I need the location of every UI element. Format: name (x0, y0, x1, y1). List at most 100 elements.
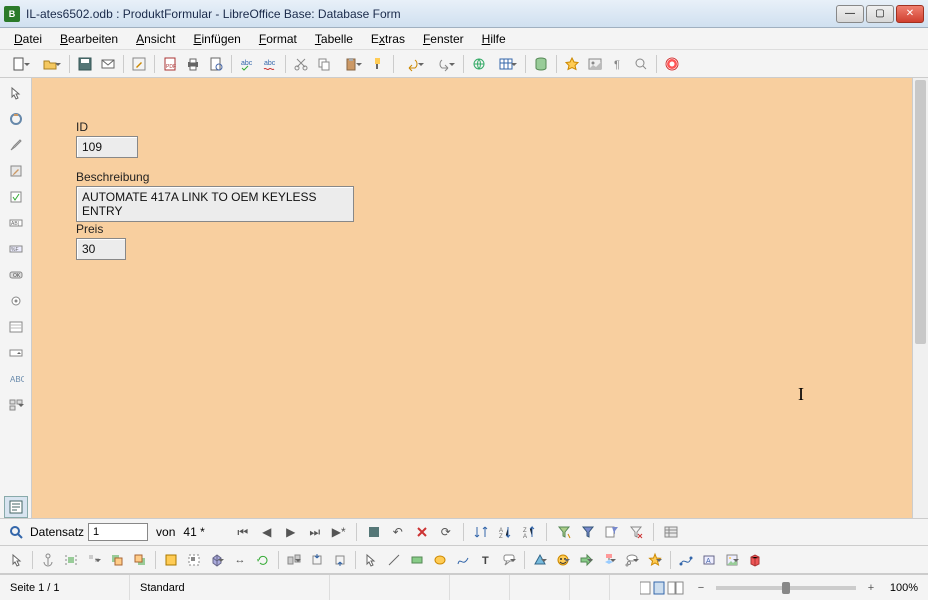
undo-button[interactable] (398, 53, 428, 75)
menu-tabelle[interactable]: Tabelle (307, 30, 361, 48)
edit-mode-button[interactable] (128, 53, 150, 75)
print-preview-button[interactable] (205, 53, 227, 75)
autospell-button[interactable]: abc (259, 53, 281, 75)
listbox-control[interactable] (4, 316, 28, 338)
zoom-slider[interactable] (716, 586, 856, 590)
zoom-button[interactable] (630, 53, 652, 75)
star-shapes-button[interactable] (644, 549, 666, 571)
text-tool[interactable]: T (475, 549, 497, 571)
new-record-button[interactable]: ▶* (329, 522, 349, 542)
anchor-button[interactable] (37, 549, 59, 571)
form-properties-button[interactable] (4, 160, 28, 182)
datasource-button[interactable] (530, 53, 552, 75)
vertical-scrollbar[interactable] (912, 78, 928, 518)
format-paintbrush-button[interactable] (367, 53, 389, 75)
more-controls-button[interactable] (4, 394, 28, 416)
zoom-in-button[interactable]: + (864, 582, 878, 594)
menu-ansicht[interactable]: Ansicht (128, 30, 183, 48)
redo-button[interactable] (429, 53, 459, 75)
label-control[interactable]: ABC (4, 368, 28, 390)
new-doc-button[interactable] (4, 53, 34, 75)
menu-hilfe[interactable]: Hilfe (474, 30, 514, 48)
rect-tool[interactable] (406, 549, 428, 571)
flowchart-button[interactable] (598, 549, 620, 571)
align-button[interactable] (83, 549, 105, 571)
zoom-percent[interactable]: 100% (878, 582, 928, 594)
area-style-button[interactable] (183, 549, 205, 571)
save-button[interactable] (74, 53, 96, 75)
cut-button[interactable] (290, 53, 312, 75)
hyperlink-button[interactable] (468, 53, 490, 75)
menu-datei[interactable]: Datei (6, 30, 50, 48)
select-tool[interactable] (4, 82, 28, 104)
textbox-control-button[interactable]: AB| (4, 212, 28, 234)
control-properties-button[interactable] (4, 134, 28, 156)
form-filter-button[interactable] (602, 522, 622, 542)
line-style-button[interactable]: ↔ (229, 549, 251, 571)
borders-button[interactable] (160, 549, 182, 571)
email-button[interactable] (97, 53, 119, 75)
formatted-field-button[interactable]: %F (4, 238, 28, 260)
select-draw-tool[interactable] (6, 549, 28, 571)
menu-extras[interactable]: Extras (363, 30, 413, 48)
3d-button[interactable] (206, 549, 228, 571)
menu-format[interactable]: Format (251, 30, 305, 48)
zoom-out-button[interactable]: − (694, 582, 708, 594)
menu-fenster[interactable]: Fenster (415, 30, 472, 48)
option-button-control[interactable] (4, 290, 28, 312)
edit-points-button[interactable] (675, 549, 697, 571)
copy-button[interactable] (313, 53, 335, 75)
beschreibung-field[interactable]: AUTOMATE 417A LINK TO OEM KEYLESS ENTRY (76, 186, 354, 222)
spellcheck-button[interactable]: abc (236, 53, 258, 75)
exit-group-button[interactable] (329, 549, 351, 571)
open-button[interactable] (35, 53, 65, 75)
basic-shapes-button[interactable] (529, 549, 551, 571)
form-canvas[interactable]: ID 109 Beschreibung AUTOMATE 417A LINK T… (32, 78, 912, 518)
rotate-button[interactable] (252, 549, 274, 571)
remove-filter-button[interactable] (626, 522, 646, 542)
sort-desc-button[interactable]: ZA (519, 522, 539, 542)
line-tool[interactable] (383, 549, 405, 571)
table-button[interactable] (491, 53, 521, 75)
arrow-shapes-button[interactable] (575, 549, 597, 571)
apply-filter-button[interactable] (578, 522, 598, 542)
navigator-star-button[interactable] (561, 53, 583, 75)
next-record-button[interactable]: ▶ (281, 522, 301, 542)
export-pdf-button[interactable]: PDF (159, 53, 181, 75)
delete-record-button[interactable] (412, 522, 432, 542)
prev-record-button[interactable]: ◀ (257, 522, 277, 542)
bring-front-button[interactable] (106, 549, 128, 571)
record-number-input[interactable] (88, 523, 148, 541)
print-button[interactable] (182, 53, 204, 75)
fontwork-button[interactable]: A (698, 549, 720, 571)
enter-group-button[interactable] (306, 549, 328, 571)
status-view-layout[interactable] (630, 575, 694, 600)
undo-record-button[interactable]: ↶ (388, 522, 408, 542)
checkbox-control-button[interactable] (4, 186, 28, 208)
last-record-button[interactable]: ⏭ (305, 522, 325, 542)
save-record-button[interactable] (364, 522, 384, 542)
first-record-button[interactable]: ⏮ (233, 522, 253, 542)
close-button[interactable]: ✕ (896, 5, 924, 23)
find-record-button[interactable] (6, 522, 26, 542)
sort-button[interactable] (471, 522, 491, 542)
ellipse-tool[interactable] (429, 549, 451, 571)
design-mode-button[interactable] (4, 108, 28, 130)
symbol-shapes-button[interactable] (552, 549, 574, 571)
preis-field[interactable]: 30 (76, 238, 126, 260)
send-back-button[interactable] (129, 549, 151, 571)
gallery-button[interactable] (584, 53, 606, 75)
sort-asc-button[interactable]: AZ (495, 522, 515, 542)
callout-shapes-button[interactable] (621, 549, 643, 571)
callout-tool[interactable] (498, 549, 520, 571)
wrap-button[interactable] (60, 549, 82, 571)
group-button[interactable] (283, 549, 305, 571)
combobox-control[interactable] (4, 342, 28, 364)
id-field[interactable]: 109 (76, 136, 138, 158)
menu-einfuegen[interactable]: Einfügen (185, 30, 248, 48)
freeform-tool[interactable] (452, 549, 474, 571)
paste-button[interactable] (336, 53, 366, 75)
help-button[interactable] (661, 53, 683, 75)
maximize-button[interactable]: ▢ (866, 5, 894, 23)
refresh-button[interactable]: ⟳ (436, 522, 456, 542)
